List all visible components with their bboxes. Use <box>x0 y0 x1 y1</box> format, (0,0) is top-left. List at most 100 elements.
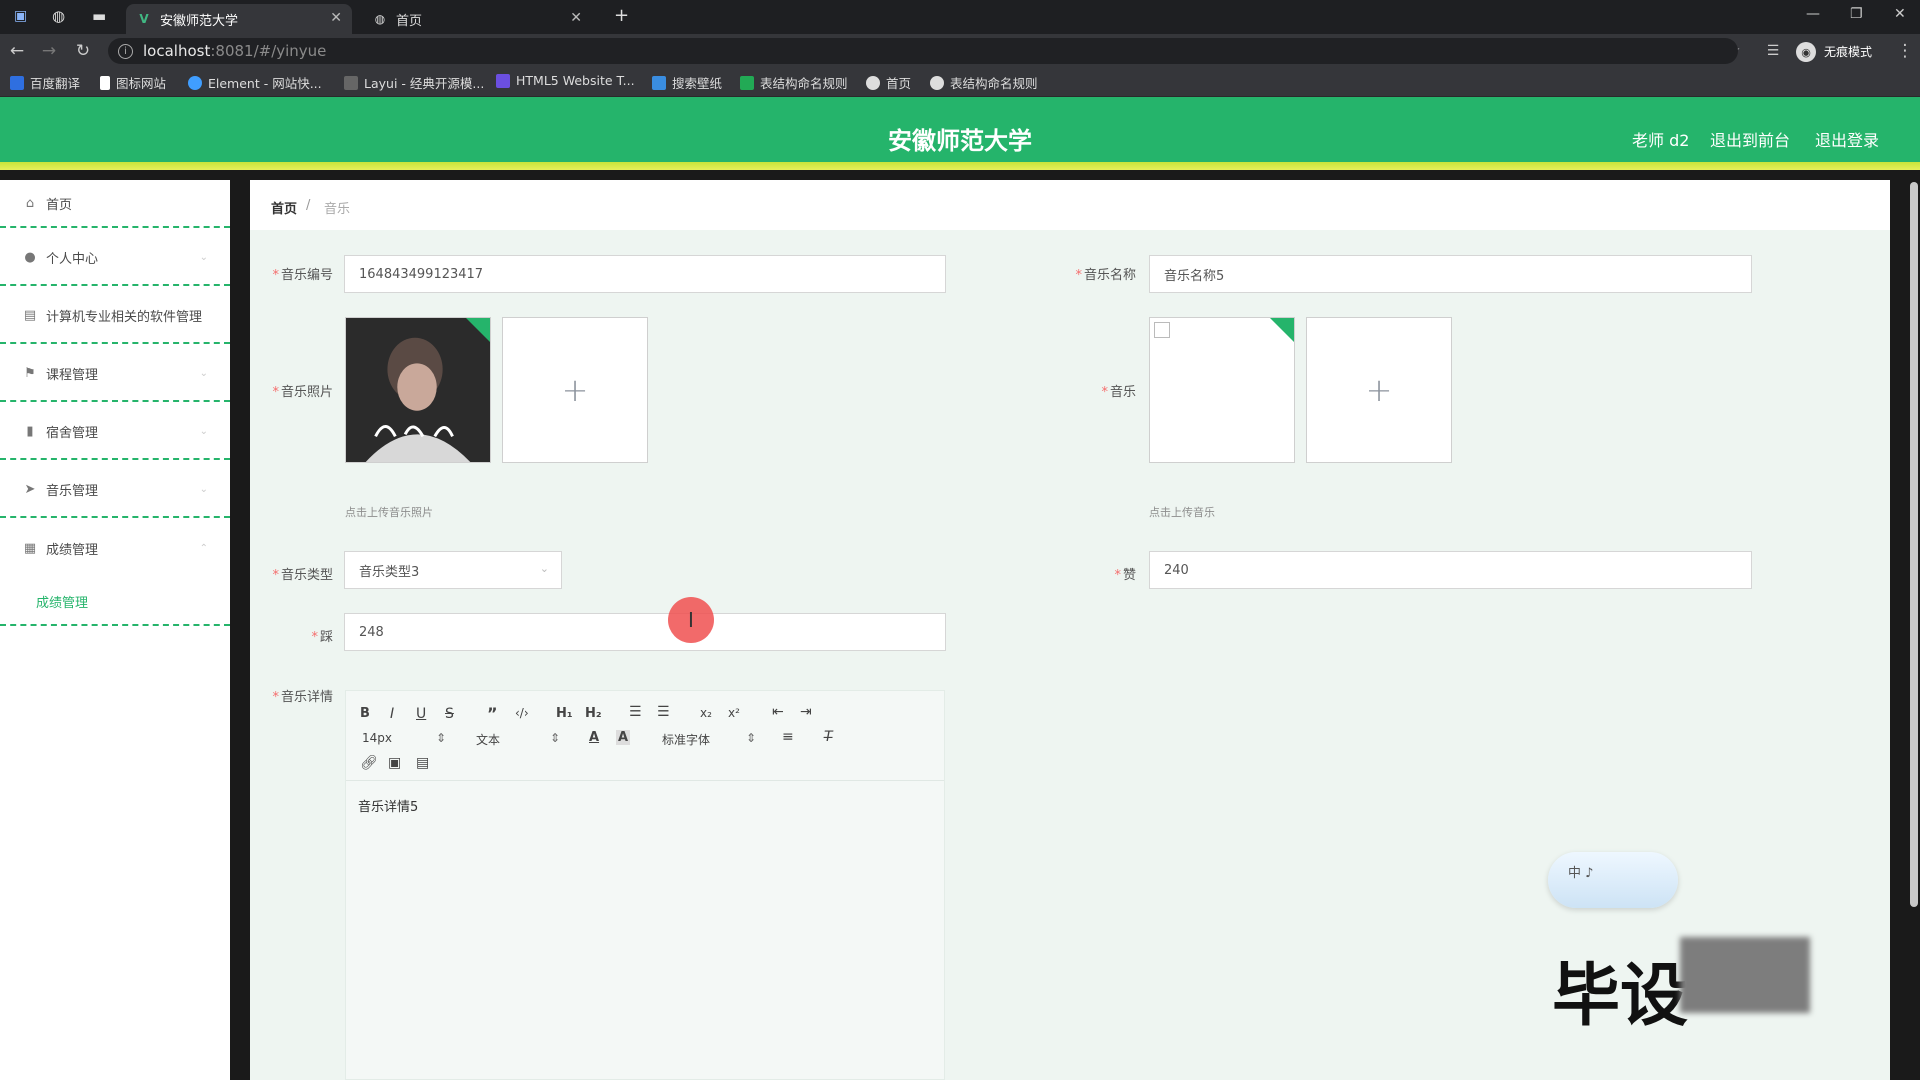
window-icon[interactable]: ▬ <box>92 7 106 25</box>
html5-icon <box>496 73 510 88</box>
heading2-icon[interactable]: H₂ <box>585 706 602 721</box>
bookmark-item[interactable]: 表结构命名规则 <box>930 73 1038 92</box>
font-size-select[interactable]: 14px <box>362 731 392 745</box>
globe-icon[interactable]: ◍ <box>52 7 65 25</box>
incognito-icon: ◉ <box>1796 42 1816 62</box>
superscript-icon[interactable]: x² <box>728 706 740 720</box>
editor-content[interactable]: 音乐详情5 <box>358 796 418 815</box>
sidebar-item-profile[interactable]: ● 个人中心 ⌄ <box>0 230 230 286</box>
close-icon[interactable]: ✕ <box>330 10 342 26</box>
bullet-list-icon[interactable]: ☰ <box>657 704 670 720</box>
blockquote-icon[interactable]: ” <box>487 704 498 723</box>
type-select-value: 音乐类型3 <box>359 564 420 580</box>
minimize-icon[interactable]: — <box>1806 6 1820 22</box>
bold-icon[interactable]: B <box>360 706 370 721</box>
page-scrollbar[interactable] <box>1910 182 1918 907</box>
bookmark-item[interactable]: 百度翻译 <box>10 73 80 92</box>
translate-icon <box>10 75 24 90</box>
field-a-input[interactable]: 240 <box>1149 551 1752 589</box>
breadcrumb-home[interactable]: 首页 <box>271 198 297 217</box>
new-tab-icon[interactable]: + <box>614 5 629 26</box>
bookmark-item[interactable]: HTML5 Website T... <box>496 73 635 88</box>
close-window-icon[interactable]: ✕ <box>1894 6 1906 22</box>
breadcrumb-current: 音乐 <box>324 202 351 217</box>
photo-thumbnail[interactable] <box>345 317 491 463</box>
music-thumbnail[interactable] <box>1149 317 1295 463</box>
sidebar-item-label: 首页 <box>46 197 73 213</box>
home-icon: ⌂ <box>25 195 35 211</box>
forward-icon[interactable]: → <box>38 40 60 62</box>
link-icon[interactable]: 🔗︎ <box>360 755 378 771</box>
bookmark-item[interactable]: 表结构命名规则 <box>740 73 848 92</box>
sidebar-item-label: 课程管理 <box>46 367 99 383</box>
info-icon[interactable]: i <box>118 43 133 59</box>
outdent-icon[interactable]: ⇤ <box>772 704 784 720</box>
header-stripe <box>0 162 1920 170</box>
reload-icon[interactable]: ↻ <box>72 40 94 62</box>
sidebar-item-course[interactable]: ⚑ 课程管理 ⌄ <box>0 346 230 402</box>
heading1-icon[interactable]: H₁ <box>556 706 573 721</box>
font-color-icon[interactable]: A <box>589 730 599 745</box>
close-icon[interactable]: ✕ <box>570 10 582 26</box>
sidebar-subitem-grades[interactable]: 成绩管理 <box>36 592 88 611</box>
type-select[interactable]: 音乐类型3 ⌄ <box>344 551 562 589</box>
subscript-icon[interactable]: x₂ <box>700 706 712 720</box>
tab-search-icon[interactable]: ▣ <box>14 8 27 24</box>
video-icon[interactable]: ▤ <box>416 755 429 771</box>
profile-label[interactable]: 无痕模式 <box>1824 43 1872 60</box>
rich-text-editor[interactable] <box>345 690 945 1080</box>
menu-dots-icon[interactable]: ⋮ <box>1894 40 1916 62</box>
tab-active[interactable]: V 安徽师范大学 ✕ <box>126 4 352 34</box>
image-icon[interactable]: ▣ <box>388 755 401 771</box>
back-icon[interactable]: ← <box>6 40 28 62</box>
breadcrumb-separator: / <box>306 198 311 213</box>
logout-link[interactable]: 退出登录 <box>1815 127 1879 151</box>
bookmark-item[interactable]: 首页 <box>866 73 911 92</box>
watermark: 毕设 <box>1552 957 1689 1036</box>
uploaded-corner <box>466 318 490 342</box>
italic-icon[interactable]: I <box>390 706 394 722</box>
indent-icon[interactable]: ⇥ <box>800 704 812 720</box>
ime-label: 中 ♪ <box>1568 866 1594 881</box>
sidebar-item-dorm[interactable]: ▮ 宿舍管理 ⌄ <box>0 404 230 460</box>
font-family-select[interactable]: 标准字体 <box>662 731 710 748</box>
tab-home[interactable]: ◍ 首页 ✕ <box>362 4 592 34</box>
paragraph-select[interactable]: 文本 <box>476 731 500 748</box>
grid-icon: ▦ <box>23 540 37 556</box>
ime-widget[interactable]: 中 ♪ <box>1548 852 1678 908</box>
strike-icon[interactable]: S <box>445 706 454 722</box>
photo-upload-button[interactable]: + <box>502 317 648 463</box>
music-upload-button[interactable]: + <box>1306 317 1452 463</box>
user-label: 老师 d2 <box>1632 131 1690 150</box>
restore-icon[interactable]: ❐ <box>1850 6 1863 22</box>
sidebar-item-home[interactable]: ⌂ 首页 <box>0 180 230 228</box>
reading-list-icon[interactable]: ☰ <box>1762 40 1784 62</box>
clear-format-icon[interactable]: T̶ <box>824 729 833 745</box>
code-icon[interactable]: ‹/› <box>515 706 529 720</box>
broken-image-icon <box>1154 322 1170 338</box>
sidebar-item-grades[interactable]: ▦ 成绩管理 ⌃ <box>0 520 230 576</box>
field-b-input[interactable]: 248 <box>344 613 946 651</box>
bookmark-item[interactable]: 搜索壁纸 <box>652 73 722 92</box>
photo-hint: 点击上传音乐照片 <box>345 506 433 519</box>
back-to-front-link[interactable]: 退出到前台 <box>1710 127 1790 151</box>
breadcrumb: 首页 / 音乐 <box>250 180 1890 230</box>
sidebar: ⌂ 首页 ● 个人中心 ⌄ ▤ 计算机专业相关的软件管理 ⚑ 课程管理 ⌄ ▮ 宿舍管理 ⌄ ➤… <box>0 180 230 1080</box>
chevron-down-icon: ⌄ <box>199 367 208 379</box>
bookmark-label: 图标网站 <box>116 76 167 91</box>
ordered-list-icon[interactable]: ☰ <box>629 704 642 720</box>
sidebar-item-music[interactable]: ➤ 音乐管理 ⌄ <box>0 462 230 518</box>
sidebar-item-software[interactable]: ▤ 计算机专业相关的软件管理 <box>0 288 230 344</box>
background-color-icon[interactable]: A <box>616 730 631 745</box>
music-name-input[interactable]: 音乐名称5 <box>1149 255 1752 293</box>
underline-icon[interactable]: U <box>416 706 426 722</box>
chevron-down-icon: ⌄ <box>199 251 208 263</box>
address-bar[interactable]: i localhost:8081/#/yinyue <box>108 38 1738 64</box>
bookmark-item[interactable]: 图标网站 <box>100 73 166 92</box>
bookmark-item[interactable]: Element - 网站快... <box>188 73 322 92</box>
chevron-down-icon: ⌄ <box>539 562 549 575</box>
align-icon[interactable]: ≡ <box>782 729 794 745</box>
bookmark-item[interactable]: Layui - 经典开源模... <box>344 73 484 92</box>
sidebar-item-label: 计算机专业相关的软件管理 <box>46 309 203 325</box>
music-no-input[interactable]: 1648434991234­17 <box>344 255 946 293</box>
